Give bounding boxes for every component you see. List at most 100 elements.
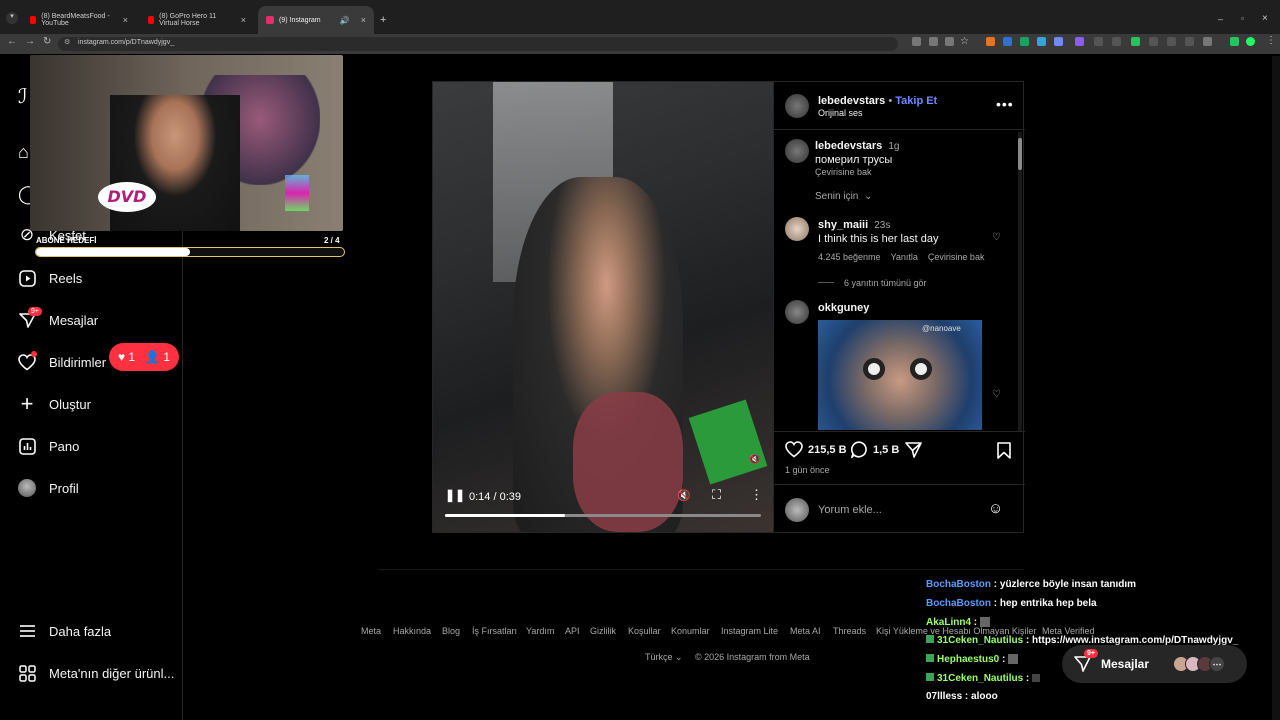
author-avatar[interactable] (785, 94, 809, 118)
video-player[interactable]: 🔇 ❚❚ 0:14 / 0:39 🔇 ⛶ ⋮ (433, 82, 773, 532)
sidebar-item-dashboard[interactable]: Pano (18, 437, 79, 455)
bookmark-icon[interactable] (997, 442, 1011, 459)
comment-sort-dropdown[interactable]: Senin için ⌄ (815, 191, 873, 202)
reload-icon[interactable]: ↻ (43, 36, 51, 47)
author-username[interactable]: lebedevstars (818, 95, 885, 107)
sidebar-item-reels[interactable]: Reels (18, 269, 82, 287)
tab-search-button[interactable]: ▾ (6, 12, 18, 24)
extension-icon[interactable] (1167, 37, 1176, 46)
home-icon[interactable]: ⌂ (18, 142, 29, 163)
puzzle-icon[interactable] (1203, 37, 1212, 46)
close-icon[interactable]: × (123, 15, 128, 25)
forward-icon[interactable]: → (25, 36, 35, 47)
tab-instagram[interactable]: (9) Instagram 🔊 × (258, 6, 374, 34)
footer-link[interactable]: Blog (442, 626, 460, 636)
tab-youtube-2[interactable]: (8) GoPro Hero 11 Virtual Horse × (140, 6, 254, 34)
extension-icon[interactable] (1037, 37, 1046, 46)
mute-icon[interactable]: 🔇 (677, 489, 691, 502)
instagram-logo-icon[interactable]: ℐ (18, 84, 27, 108)
comment-likes[interactable]: 4.245 beğenme (818, 252, 881, 262)
tab-youtube-1[interactable]: (8) BeardMeatsFood - YouTube × (22, 6, 136, 34)
comment-button[interactable]: 1,5 B (851, 441, 899, 458)
extension-icon[interactable] (986, 37, 995, 46)
window-close-button[interactable]: × (1262, 13, 1268, 24)
extension-icon[interactable] (1131, 37, 1140, 46)
cast-icon[interactable] (912, 37, 921, 46)
translate-link[interactable]: Çevirisine bak (928, 252, 985, 262)
comments-scrollbar[interactable] (1018, 132, 1022, 432)
close-icon[interactable]: × (361, 15, 366, 25)
sidebar-item-notifications[interactable]: Bildirimler (18, 351, 106, 371)
footer-link[interactable]: Threads (833, 626, 866, 636)
comment-username[interactable]: okkguney (818, 302, 869, 314)
sidebar-item-create[interactable]: + Oluştur (18, 391, 91, 416)
extension-icon[interactable] (1112, 37, 1121, 46)
fullscreen-icon[interactable]: ⛶ (712, 487, 721, 503)
caption-avatar[interactable] (785, 139, 809, 163)
footer-link[interactable]: Meta (361, 626, 381, 636)
minimize-button[interactable]: – (1218, 14, 1223, 24)
comment-like-icon[interactable]: ♡ (992, 232, 1001, 243)
sidebar-item-label: Oluştur (49, 396, 91, 412)
extension-icon[interactable] (1149, 37, 1158, 46)
footer-link[interactable]: Gizlilik (590, 626, 616, 636)
commenter-avatar[interactable] (785, 217, 809, 241)
menu-icon (18, 622, 36, 640)
reply-button[interactable]: Yanıtla (891, 252, 918, 262)
sidebar-item-meta-products[interactable]: Meta'nın diğer ürünl... (18, 664, 174, 682)
footer-link[interactable]: Instagram Lite (721, 626, 778, 636)
audio-label[interactable]: Orijinal ses (818, 108, 863, 118)
footer-link[interactable]: API (565, 626, 580, 636)
translate-link[interactable]: Çevirisine bak (815, 167, 872, 177)
sidebar-item-messages[interactable]: Mesajlar 9+ (18, 307, 98, 329)
comment-input[interactable]: Yorum ekle... (818, 504, 882, 516)
more-options-icon[interactable]: ⋮ (750, 487, 763, 503)
footer-link[interactable]: Hakkında (393, 626, 431, 636)
zoom-icon[interactable] (929, 37, 938, 46)
commenter-avatar[interactable] (785, 300, 809, 324)
eye-off-icon[interactable] (945, 37, 954, 46)
emoji-icon[interactable]: ☺ (988, 500, 1003, 517)
comment-like-icon[interactable]: ♡ (992, 389, 1001, 400)
view-replies-link[interactable]: 6 yanıtın tümünü gör (844, 278, 927, 288)
footer-link[interactable]: Konumlar (671, 626, 710, 636)
profile-avatar[interactable] (1246, 37, 1255, 46)
extension-icon[interactable] (1094, 37, 1103, 46)
footer-link[interactable]: Meta AI (790, 626, 821, 636)
speaker-icon[interactable]: 🔊 (340, 16, 350, 25)
extension-icon[interactable] (1185, 37, 1194, 46)
site-info-icon[interactable]: ⚙ (64, 38, 70, 46)
comment-username[interactable]: shy_maiii (818, 219, 868, 231)
extension-icon[interactable] (1054, 37, 1063, 46)
like-button[interactable]: 215,5 B (785, 441, 847, 458)
bookmark-star-icon[interactable]: ☆ (960, 36, 969, 47)
footer-link[interactable]: Yardım (526, 626, 554, 636)
scrollbar-thumb[interactable] (1018, 138, 1022, 170)
browser-tab-bar: ▾ (8) BeardMeatsFood - YouTube × (8) GoP… (0, 0, 1280, 34)
footer-link[interactable]: İş Fırsatları (472, 626, 517, 636)
follow-button[interactable]: Takip Et (895, 95, 937, 107)
comment-image[interactable]: @nanoave (818, 320, 982, 430)
notification-pill[interactable]: ♥ 1 👤 1 (109, 343, 179, 371)
extension-icon[interactable] (1003, 37, 1012, 46)
caption-username[interactable]: lebedevstars (815, 140, 882, 152)
language-selector[interactable]: Türkçe ⌄ (645, 652, 683, 663)
browser-menu-icon[interactable]: ⋮ (1266, 35, 1276, 46)
new-tab-button[interactable]: + (380, 14, 386, 26)
share-icon[interactable] (905, 442, 922, 458)
pause-icon[interactable]: ❚❚ (445, 488, 465, 502)
sidebar-item-profile[interactable]: Profil (18, 479, 79, 497)
extension-icon[interactable] (1020, 37, 1029, 46)
back-icon[interactable]: ← (7, 36, 17, 47)
extension-icon[interactable] (1230, 37, 1239, 46)
close-icon[interactable]: × (241, 15, 246, 25)
footer-link[interactable]: Koşullar (628, 626, 661, 636)
extension-icon[interactable] (1075, 37, 1084, 46)
video-progress-bar[interactable] (445, 514, 761, 517)
sidebar-item-more[interactable]: Daha fazla (18, 622, 111, 640)
maximize-button[interactable]: ▫ (1241, 14, 1244, 23)
page-scrollbar[interactable] (1272, 56, 1280, 720)
messages-float-button[interactable]: 9+ Mesajlar ⋯ (1062, 645, 1247, 683)
more-options-icon[interactable]: ••• (996, 96, 1014, 112)
url-field[interactable]: instagram.com/p/DTnawdyjgv_ (58, 37, 898, 51)
